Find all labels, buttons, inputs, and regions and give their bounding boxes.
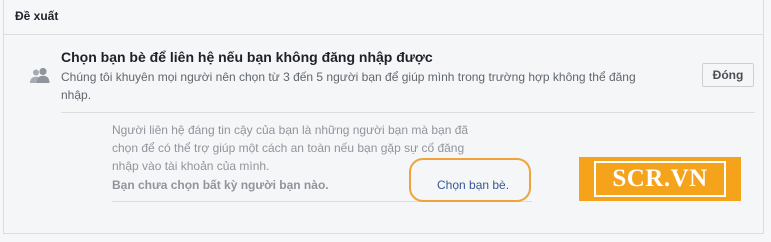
card-title: Chọn bạn bè để liên hệ nếu bạn không đăn… — [61, 49, 433, 65]
recommendations-panel: Đề xuất Chọn bạn bè để liên hệ nếu bạn k… — [3, 0, 764, 234]
close-button[interactable]: Đóng — [702, 63, 754, 87]
trusted-contacts-card: Chọn bạn bè để liên hệ nếu bạn không đăn… — [7, 39, 760, 230]
card-divider — [61, 112, 755, 113]
watermark-logo: SCR.VN — [579, 157, 741, 201]
choose-friends-link[interactable]: Chọn bạn bè. — [437, 178, 509, 192]
empty-state-text: Bạn chưa chọn bất kỳ người bạn nào. — [112, 178, 329, 192]
card-description: Chúng tôi khuyên mọi người nên chọn từ 3… — [61, 70, 636, 102]
section-title: Đề xuất — [15, 9, 59, 23]
people-icon — [29, 67, 51, 83]
watermark-text: SCR.VN — [594, 161, 726, 197]
header-divider — [4, 34, 763, 35]
